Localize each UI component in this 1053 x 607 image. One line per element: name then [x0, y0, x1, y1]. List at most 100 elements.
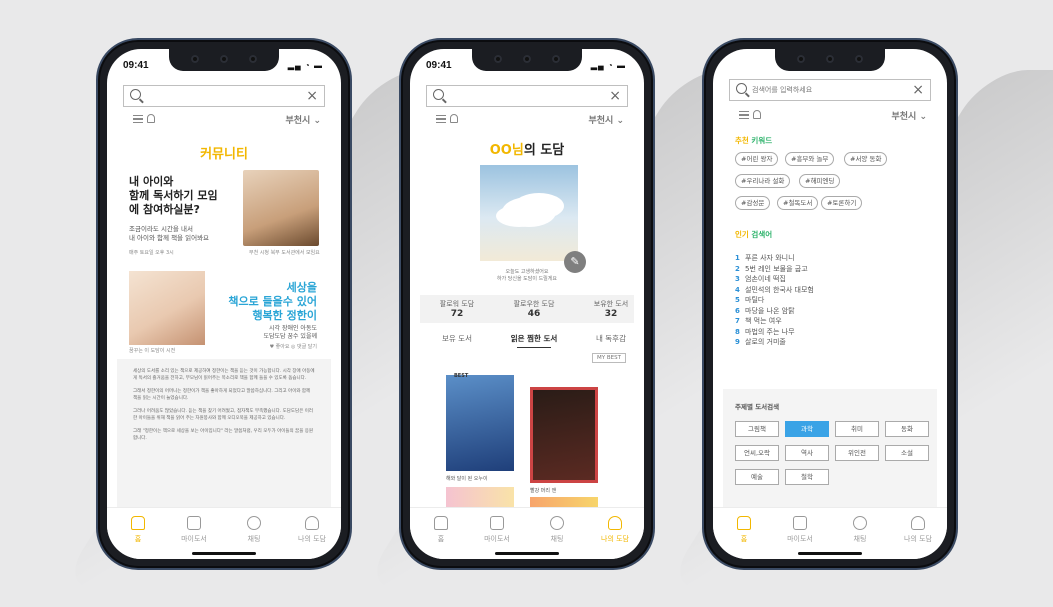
- photo-caption: 꿈꾸는 이 도담이 시전: [129, 348, 176, 354]
- tab-chat[interactable]: 채팅: [835, 516, 885, 544]
- my-best-button[interactable]: MY BEST: [592, 353, 626, 363]
- keyword-chip[interactable]: #우리나라 설화: [735, 174, 791, 188]
- genre-button[interactable]: 예술: [735, 469, 779, 485]
- city-select[interactable]: 부천시 ⌄: [891, 109, 927, 122]
- bell-icon[interactable]: [450, 114, 458, 123]
- list-item[interactable]: 2 5번 레인 보물을 굽고: [735, 264, 814, 275]
- bottom-tab-bar: 홈 마이도서 채팅 나의 도담: [410, 507, 644, 559]
- genre-button[interactable]: 위인전: [835, 445, 879, 461]
- tab-my-books[interactable]: 마이도서: [169, 516, 219, 544]
- profile-cover-image: [480, 165, 578, 261]
- post-headline[interactable]: 내 아이와 함께 독서하기 모임 에 참여하실분?: [129, 175, 218, 217]
- genre-button[interactable]: 과학: [785, 421, 829, 437]
- tab-read-liked-books[interactable]: 읽은 찜한 도서: [499, 333, 569, 348]
- genre-button[interactable]: 소설: [885, 445, 929, 461]
- list-item[interactable]: 6 마당을 나온 암탉: [735, 306, 814, 317]
- tab-chat[interactable]: 채팅: [229, 516, 279, 544]
- keyword-chip[interactable]: #해피엔딩: [799, 174, 841, 188]
- keyword-chip[interactable]: #토론하기: [821, 196, 863, 210]
- book-icon: [187, 516, 201, 530]
- list-item[interactable]: 9 살로의 거미줄: [735, 337, 814, 348]
- close-icon[interactable]: ×: [609, 88, 621, 104]
- keyword-chip[interactable]: #흥부와 놀부: [785, 152, 835, 166]
- book-icon: [490, 516, 504, 530]
- list-item[interactable]: 8 마법의 주는 나무: [735, 327, 814, 338]
- search-input[interactable]: ×: [123, 85, 325, 107]
- tab-owned-books[interactable]: 보유 도서: [422, 333, 492, 344]
- genre-button[interactable]: 동화: [885, 421, 929, 437]
- home-indicator: [798, 552, 862, 555]
- list-item[interactable]: 4 설민석의 한국사 대모험: [735, 285, 814, 296]
- home-indicator: [495, 552, 559, 555]
- genre-button[interactable]: 역사: [785, 445, 829, 461]
- menu-icon[interactable]: [739, 111, 749, 119]
- mother-child-photo[interactable]: [129, 271, 205, 345]
- keyword-chip[interactable]: #철독도서: [777, 196, 819, 210]
- genre-button[interactable]: 취미: [835, 421, 879, 437]
- top-subbar: 부천시 ⌄: [426, 113, 628, 127]
- close-icon[interactable]: ×: [912, 82, 924, 98]
- bell-icon[interactable]: [753, 110, 761, 119]
- tab-my-books[interactable]: 마이도서: [472, 516, 522, 544]
- chat-icon: [550, 516, 564, 530]
- keyword-chip[interactable]: #감성문: [735, 196, 771, 210]
- menu-icon[interactable]: [436, 115, 446, 123]
- chat-icon: [247, 516, 261, 530]
- story-headline[interactable]: 세상을 책으로 들을수 있어 행복한 정한이: [228, 281, 317, 323]
- keyword-chip[interactable]: #서양 동화: [844, 152, 888, 166]
- close-icon[interactable]: ×: [306, 88, 318, 104]
- tab-home[interactable]: 홈: [416, 516, 466, 544]
- tab-my-dodam[interactable]: 나의 도담: [590, 516, 640, 544]
- search-input[interactable]: 검색어를 입력하세요 ×: [729, 79, 931, 101]
- user-icon: [608, 516, 622, 530]
- book-cover[interactable]: [530, 387, 598, 483]
- notch: [169, 49, 279, 71]
- like-comment-row[interactable]: ♥ 좋아요 ◎ 댓글 달기: [270, 343, 317, 350]
- home-icon: [434, 516, 448, 530]
- tab-home[interactable]: 홈: [113, 516, 163, 544]
- bell-icon[interactable]: [147, 114, 155, 123]
- search-icon: [433, 89, 444, 100]
- chat-icon: [853, 516, 867, 530]
- page-title: OO님의 도담: [489, 143, 565, 158]
- stat-books-owned[interactable]: 보유한 도서 32: [576, 299, 644, 319]
- city-select[interactable]: 부천시 ⌄: [588, 113, 624, 126]
- screen: 09:41 ▂▄ ◔ ▬ × 부천시 ⌄ OO님의 도담 ✎ 오늘도 고생하셨어…: [410, 49, 644, 559]
- post-caption: 매주 토요일 오후 3시: [129, 250, 174, 256]
- phone-search: 검색어를 입력하세요 × 부천시 ⌄ 추천 키워드 #어린 왕자 #흥부와 놀부…: [702, 38, 958, 570]
- tab-my-books[interactable]: 마이도서: [775, 516, 825, 544]
- search-input[interactable]: ×: [426, 85, 628, 107]
- stat-followers[interactable]: 팔로워 도담 72: [422, 299, 492, 319]
- genre-button[interactable]: 언씨,오락: [735, 445, 779, 461]
- family-reading-photo[interactable]: [243, 170, 319, 246]
- user-icon: [911, 516, 925, 530]
- city-select[interactable]: 부천시 ⌄: [285, 113, 321, 126]
- tab-home[interactable]: 홈: [719, 516, 769, 544]
- tab-book-reports[interactable]: 내 독후감: [576, 333, 644, 344]
- keyword-chip[interactable]: #어린 왕자: [735, 152, 779, 166]
- notch: [472, 49, 582, 71]
- profile-caption: 오늘도 고생하셨어요 하가 당신을 도담이 드릴게요: [497, 269, 557, 282]
- popular-section-title: 인기 검색어: [735, 230, 773, 239]
- list-item[interactable]: 7책 먹는 여우: [735, 316, 814, 327]
- screen: 09:41 ▂▄ ◔ ▬ × 부천시 ⌄ 커뮤니티 내 아이와 함께 독서하기 …: [107, 49, 341, 559]
- list-item[interactable]: 5 마틸다: [735, 295, 814, 306]
- top-subbar: 부천시 ⌄: [123, 113, 325, 127]
- list-item[interactable]: 1 푸른 사자 와니니: [735, 253, 814, 264]
- book-icon: [793, 516, 807, 530]
- page-title: 커뮤니티: [200, 147, 248, 162]
- keyword-section-title: 추천 키워드: [735, 136, 773, 145]
- stat-following[interactable]: 팔로우한 도담 46: [499, 299, 569, 319]
- search-placeholder: 검색어를 입력하세요: [752, 86, 813, 94]
- tab-my-dodam[interactable]: 나의 도담: [287, 516, 337, 544]
- genre-button[interactable]: 그림책: [735, 421, 779, 437]
- search-icon: [736, 83, 747, 94]
- book-cover[interactable]: [446, 375, 514, 471]
- profile-stats: 팔로워 도담 72 팔로우한 도담 46 보유한 도서 32: [420, 295, 634, 323]
- genre-button[interactable]: 철학: [785, 469, 829, 485]
- list-item[interactable]: 3 엄손이네 떡집: [735, 274, 814, 285]
- tab-my-dodam[interactable]: 나의 도담: [893, 516, 943, 544]
- menu-icon[interactable]: [133, 115, 143, 123]
- tab-chat[interactable]: 채팅: [532, 516, 582, 544]
- signal-wifi-battery-icon: ▂▄ ◔ ▬: [287, 61, 323, 70]
